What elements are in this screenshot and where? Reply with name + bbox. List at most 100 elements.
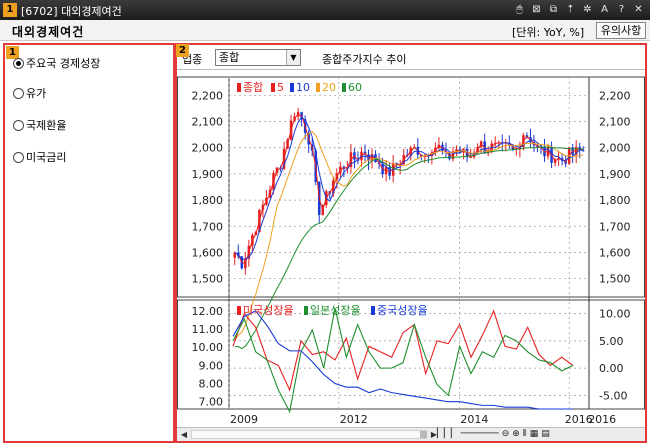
y-tick-label-right: 1,600 <box>599 246 631 259</box>
x-tick-label: 2009 <box>230 413 258 426</box>
grid-icon[interactable]: ▦ <box>530 429 539 440</box>
y-tick-label-right: 10.00 <box>599 308 631 321</box>
y-tick-label-right: 0.00 <box>599 362 624 375</box>
copy-icon[interactable]: ⧉ <box>546 2 561 17</box>
chart-scrollbar[interactable]: ◀ ▶ ▏▏▏ ─────── ⊖ ⊕ ⦀ ▦ ▤ <box>177 427 645 441</box>
sector-select[interactable]: 종합 ▼ <box>215 49 301 66</box>
y-tick-label-left: 2,000 <box>192 142 224 155</box>
close-icon[interactable]: ✕ <box>631 2 646 17</box>
chart-tool-group: ▏▏▏ ─────── ⊖ ⊕ ⦀ ▦ ▤ <box>437 429 550 440</box>
legend-swatch <box>342 83 346 92</box>
radio-label: 주요국 경제성장 <box>26 57 101 70</box>
y-tick-label-right: 1,500 <box>599 273 631 286</box>
legend-swatch <box>237 83 241 92</box>
sector-select-value: 종합 <box>219 51 240 64</box>
unit-label: [단위: YoY, %] <box>512 26 585 39</box>
radio-item-growth[interactable]: 주요국 경제성장 <box>13 55 100 71</box>
scroll-thumb[interactable] <box>420 431 427 438</box>
y-tick-label-right: 2,200 <box>599 89 631 102</box>
chevron-down-icon[interactable]: ▼ <box>286 50 300 65</box>
legend-swatch <box>237 306 241 315</box>
chart-title: 종합주가지수 추이 <box>322 53 407 66</box>
radio-button[interactable] <box>13 119 24 131</box>
legend-swatch <box>271 83 275 92</box>
zoom-out-icon[interactable]: ⊖ <box>502 429 510 440</box>
window-number-badge: 1 <box>3 3 17 17</box>
radio-item-exchange[interactable]: 국제환율 <box>13 117 66 133</box>
y-tick-label-left: 1,500 <box>192 273 224 286</box>
radio-item-us-rate[interactable]: 미국금리 <box>13 149 66 165</box>
radio-button[interactable] <box>13 151 24 163</box>
title-icon-group: 🖱 ⊠ ⧉ ⇡ ✲ A? ✕ <box>512 2 646 17</box>
growth-series-line <box>232 310 573 410</box>
legend-label: 10 <box>296 81 310 94</box>
chart-control-row: 업종 종합 ▼ 종합주가지수 추이 <box>177 45 645 70</box>
legend-label: 20 <box>322 81 336 94</box>
y-tick-label-right: 5.00 <box>599 335 624 348</box>
legend-swatch <box>371 306 375 315</box>
radio-item-oil[interactable]: 유가 <box>13 85 46 101</box>
scroll-track[interactable] <box>191 430 427 439</box>
zoom-in-icon[interactable]: ⊕ <box>512 429 520 440</box>
close-box-icon[interactable]: ⊠ <box>529 2 544 17</box>
y-tick-label-right: 2,000 <box>599 142 631 155</box>
y-tick-label-left: 2,200 <box>192 89 224 102</box>
legend-label: 일본성장율 <box>310 303 361 317</box>
help-icon[interactable]: ? <box>614 2 629 17</box>
growth-series-line <box>232 308 574 414</box>
radio-label: 미국금리 <box>26 151 67 164</box>
moving-average-60-line <box>234 146 584 350</box>
y-tick-label-left: 1,600 <box>192 246 224 259</box>
y-tick-label-left: 12.00 <box>192 305 224 318</box>
y-tick-label-right: 1,800 <box>599 194 631 207</box>
y-tick-label-right: 1,900 <box>599 168 631 181</box>
legend-label: 5 <box>277 81 284 94</box>
pin-icon[interactable]: ⇡ <box>563 2 578 17</box>
page-title: 대외경제여건 <box>12 25 85 39</box>
title-bar: 1 [6702] 대외경제여건 🖱 ⊠ ⧉ ⇡ ✲ A? ✕ <box>0 0 650 20</box>
chart-panel: 업종 종합 ▼ 종합주가지수 추이 2 1,500 1,500 1,600 1,600… <box>175 43 647 443</box>
radio-button[interactable] <box>13 57 24 69</box>
radio-label: 국제환율 <box>26 119 67 132</box>
radio-label: 유가 <box>26 87 47 100</box>
legend-label: 중국성장율 <box>377 304 428 317</box>
zoom-slider-icon[interactable]: ─────── <box>461 429 499 440</box>
x-tick-label: 2014 <box>460 413 488 426</box>
period-bar-icon[interactable]: ▏▏▏ <box>437 429 458 440</box>
y-tick-label-right: -5.00 <box>599 389 627 402</box>
y-tick-label-right: 2,100 <box>599 116 631 129</box>
radio-button[interactable] <box>13 87 24 99</box>
y-tick-label-left: 9.00 <box>199 359 224 372</box>
panel-badge-2: 2 <box>176 44 189 57</box>
document-icon[interactable]: ▤ <box>541 429 550 440</box>
legend-label: 미국성장율 <box>243 304 294 317</box>
y-tick-label-left: 11.00 <box>192 323 224 336</box>
legend-swatch <box>290 83 294 92</box>
legend-label: 종합 <box>243 81 263 94</box>
legend-label: 60 <box>348 81 362 94</box>
header-bar: 대외경제여건 [단위: YoY, %] 유의사항 <box>0 20 650 41</box>
bars-icon[interactable]: ⦀ <box>523 429 527 440</box>
y-tick-label-left: 2,100 <box>192 116 224 129</box>
legend-swatch <box>304 306 308 315</box>
y-tick-label-left: 1,700 <box>192 220 224 233</box>
chart-area: 1,500 1,500 1,600 1,600 1,700 1,700 1,800 1,800… <box>177 71 645 427</box>
notice-button[interactable]: 유의사항 <box>596 22 646 39</box>
chart-svg: 1,500 1,500 1,600 1,600 1,700 1,700 1,800 1,800… <box>177 76 645 426</box>
moving-average-5-line <box>234 113 584 265</box>
mouse-icon[interactable]: 🖱 <box>512 2 527 17</box>
y-tick-label-right: 1,700 <box>599 220 631 233</box>
settings-icon[interactable]: ✲ <box>580 2 595 17</box>
legend-swatch <box>316 83 320 92</box>
y-tick-label-left: 8.00 <box>199 378 224 391</box>
x-tick-label: 2016 <box>588 413 616 426</box>
scroll-left-icon[interactable]: ◀ <box>178 429 190 440</box>
upper-chart-frame <box>177 76 645 298</box>
y-tick-label-left: 1,900 <box>192 168 224 181</box>
indicator-panel: 1 주요국 경제성장 유가 국제환율 미국금리 <box>3 43 175 443</box>
y-tick-label-left: 1,800 <box>192 194 224 207</box>
font-icon[interactable]: A <box>597 2 612 17</box>
growth-series-line <box>232 309 574 392</box>
x-tick-label: 2012 <box>340 413 368 426</box>
window-title: [6702] 대외경제여건 <box>21 5 122 18</box>
